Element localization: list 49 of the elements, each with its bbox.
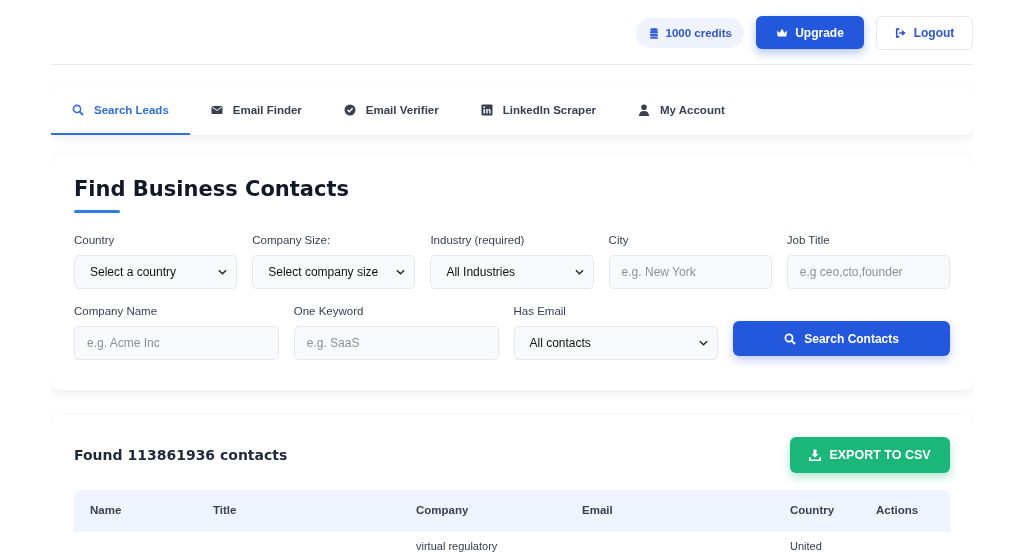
envelope-icon (210, 104, 223, 116)
chevron-icon (699, 340, 709, 346)
text-input[interactable]: e.g ceo,cto,founder (786, 255, 950, 289)
upgrade-button[interactable]: Upgrade (756, 16, 864, 49)
column-header: Title (213, 504, 237, 516)
search-contacts-button[interactable]: Search Contacts (733, 321, 950, 356)
field-label: Industry (required) (430, 234, 526, 246)
chevron-icon (218, 269, 228, 275)
field-label: Company Name (74, 305, 159, 317)
field-label: One Keyword (293, 305, 365, 317)
tab[interactable]: Search Leads (51, 87, 190, 135)
field-label: Job Title (786, 234, 831, 246)
text-input[interactable]: e.g. New York (608, 255, 772, 289)
form-title: Find Business Contacts (74, 177, 350, 201)
table-cell: United (790, 540, 822, 552)
select-dropdown[interactable]: Select company size (252, 255, 416, 289)
column-header: Company (416, 504, 469, 516)
tab[interactable]: Email Verifier (322, 87, 460, 135)
download-icon (809, 449, 822, 461)
tab[interactable]: Email Finder (189, 87, 323, 135)
column-header: Actions (876, 504, 919, 516)
logout-button[interactable]: Logout (876, 15, 973, 50)
title-underline (74, 210, 120, 213)
column-header: Name (90, 504, 122, 516)
coins-icon (647, 26, 660, 39)
field-label: Country (74, 234, 116, 246)
table-cell: virtual regulatory (416, 540, 498, 552)
search-icon (784, 332, 797, 345)
column-header: Country (790, 504, 835, 516)
field-label: Company Size: (252, 234, 332, 246)
linkedin-icon (480, 104, 493, 116)
credits-badge: 1000 credits (635, 17, 744, 48)
check-circle-icon (343, 104, 356, 116)
user-icon (638, 104, 650, 116)
tab[interactable]: My Account (617, 87, 746, 135)
tab[interactable]: LinkedIn Scraper (459, 87, 617, 135)
select-dropdown[interactable]: All Industries (430, 255, 594, 289)
logout-icon (894, 26, 907, 39)
chevron-icon (574, 269, 584, 275)
column-header: Email (582, 504, 613, 516)
text-input[interactable]: e.g. Acme Inc (74, 326, 279, 360)
results-count: Found 113861936 contacts (74, 447, 288, 463)
field-label: City (608, 234, 630, 246)
chevron-icon (396, 269, 406, 275)
field-label: Has Email (513, 305, 567, 317)
select-dropdown[interactable]: Select a country (74, 255, 238, 289)
text-input[interactable]: e.g. SaaS (293, 326, 499, 360)
search-icon (72, 104, 84, 116)
select-dropdown[interactable]: All contacts (513, 326, 719, 360)
